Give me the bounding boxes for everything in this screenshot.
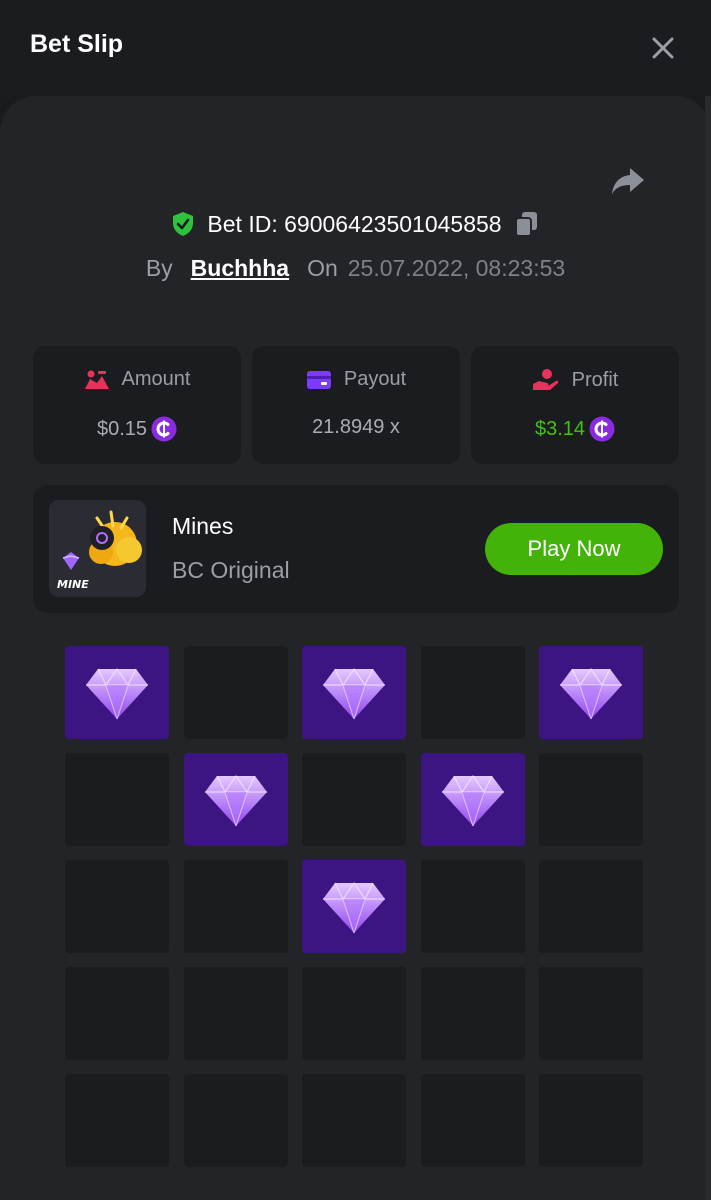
share-button[interactable]	[610, 166, 646, 196]
gem-icon	[205, 774, 267, 826]
payout-card: Payout 21.8949 x	[252, 346, 460, 464]
thumb-label: MINE	[57, 578, 89, 591]
copy-icon	[514, 212, 537, 237]
mines-tile	[539, 753, 643, 846]
gem-icon	[86, 667, 148, 719]
coin-icon	[151, 416, 177, 442]
game-provider: BC Original	[172, 557, 290, 583]
mines-tile-gem	[539, 646, 643, 739]
close-icon	[652, 37, 674, 59]
mines-tile	[421, 860, 525, 953]
game-thumbnail[interactable]: MINE	[49, 500, 146, 597]
wallet-icon	[306, 370, 331, 389]
mines-tile	[539, 1074, 643, 1167]
mines-tile	[184, 967, 288, 1060]
share-icon	[612, 168, 644, 194]
gem-icon	[560, 667, 622, 719]
gem-icon	[323, 667, 385, 719]
mines-tile	[184, 860, 288, 953]
coin-icon	[589, 416, 615, 442]
gem-icon	[323, 881, 385, 933]
bet-id-row: Bet ID: 69006423501045858	[0, 210, 711, 248]
bet-datetime: 25.07.2022, 08:23:53	[347, 255, 566, 281]
mines-tile	[302, 753, 406, 846]
shield-check-icon	[173, 212, 194, 236]
bet-id: Bet ID: 69006423501045858	[207, 210, 502, 237]
mines-tile	[539, 967, 643, 1060]
header: Bet Slip	[0, 0, 711, 96]
mines-tile-gem	[302, 646, 406, 739]
profit-card: Profit $3.14	[471, 346, 679, 464]
bet-meta-row: By Buchhha On 25.07.2022, 08:23:53	[0, 255, 711, 282]
by-label: By	[145, 255, 173, 281]
username-link[interactable]: Buchhha	[191, 255, 289, 282]
close-button[interactable]	[648, 33, 678, 63]
profit-label: Profit	[571, 368, 619, 391]
mines-tile-gem	[65, 646, 169, 739]
payout-label: Payout	[343, 368, 407, 390]
profit-value: $3.14	[534, 417, 586, 440]
mines-tile	[184, 646, 288, 739]
mines-tile	[421, 1074, 525, 1167]
amount-label: Amount	[121, 368, 191, 390]
mines-tile	[184, 1074, 288, 1167]
mines-game-art: MINE	[49, 500, 146, 597]
on-label: On	[307, 255, 338, 281]
page-title: Bet Slip	[30, 30, 124, 58]
profit-hand-icon	[532, 369, 559, 390]
mines-tile	[65, 1074, 169, 1167]
payout-value: 21.8949 x	[312, 416, 400, 438]
mines-tile-gem	[184, 753, 288, 846]
amount-value: $0.15	[96, 417, 148, 440]
mines-tile	[302, 967, 406, 1060]
copy-button[interactable]	[514, 210, 540, 238]
mines-tile	[65, 967, 169, 1060]
mines-tile	[421, 967, 525, 1060]
amount-icon	[84, 370, 109, 389]
mines-tile	[65, 860, 169, 953]
amount-card: Amount $0.15	[33, 346, 241, 464]
mines-tile	[539, 860, 643, 953]
game-name: Mines	[172, 513, 234, 539]
bet-slip-page: Bet Slip Bet ID: 69006423501045858 By Bu…	[0, 0, 711, 1200]
mines-tile-gem	[421, 753, 525, 846]
play-now-button[interactable]: Play Now	[485, 523, 663, 575]
mines-tile-gem	[302, 860, 406, 953]
mines-tile	[302, 1074, 406, 1167]
game-card: MINE Mines BC Original Play Now	[33, 485, 679, 613]
gem-icon	[442, 774, 504, 826]
mines-tile	[65, 753, 169, 846]
mines-tile	[421, 646, 525, 739]
